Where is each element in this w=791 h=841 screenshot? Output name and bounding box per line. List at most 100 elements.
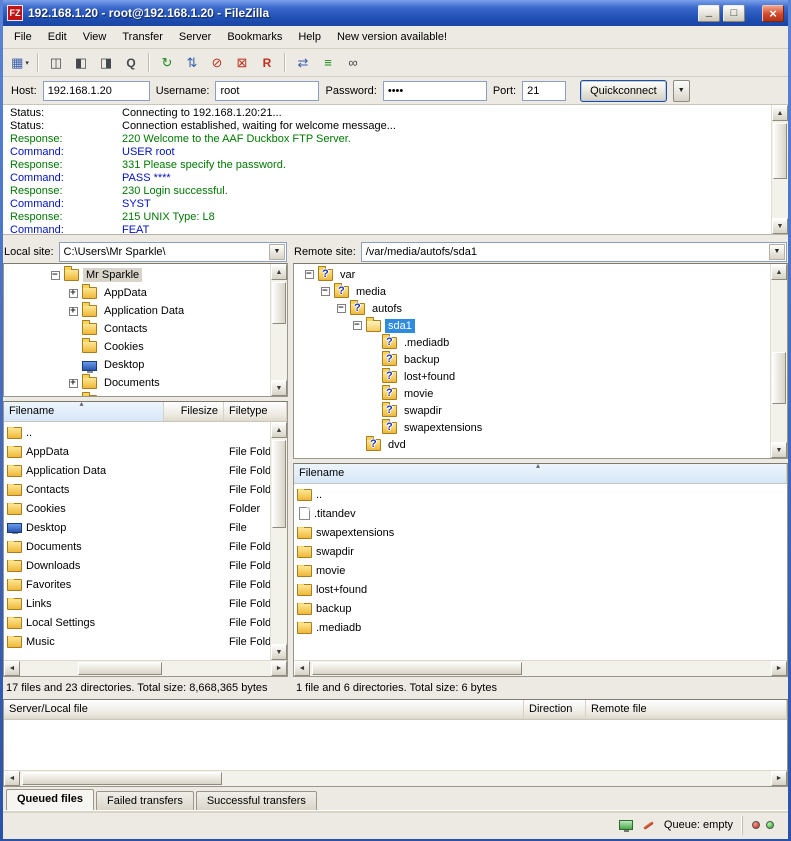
scroll-left-icon[interactable] <box>294 661 310 676</box>
scroll-track[interactable] <box>20 661 271 676</box>
chevron-down-icon[interactable] <box>769 244 785 260</box>
collapse-icon[interactable] <box>337 304 346 313</box>
tree-item-swapextensions[interactable]: swapextensions <box>297 419 769 436</box>
file-row[interactable]: backup <box>294 599 787 618</box>
tree-item-sda1[interactable]: sda1 <box>297 317 769 334</box>
tree-item-var[interactable]: var <box>297 266 769 283</box>
scroll-right-icon[interactable] <box>771 661 787 676</box>
tree-item-dvd[interactable]: dvd <box>297 436 769 453</box>
scroll-right-icon[interactable] <box>771 771 787 786</box>
tree-item-lost-found[interactable]: lost+found <box>297 368 769 385</box>
tree-item-backup[interactable]: backup <box>297 351 769 368</box>
collapse-icon[interactable] <box>353 321 362 330</box>
collapse-icon[interactable] <box>321 287 330 296</box>
local-list-hscrollbar[interactable] <box>4 660 287 676</box>
close-button[interactable] <box>762 5 784 22</box>
column-remote-file[interactable]: Remote file <box>586 700 787 719</box>
scroll-thumb[interactable] <box>312 662 522 675</box>
chevron-down-icon[interactable]: ▾ <box>25 59 29 67</box>
log-scrollbar[interactable] <box>771 105 788 234</box>
scroll-thumb[interactable] <box>22 772 222 785</box>
filter-button[interactable]: Q <box>119 52 143 74</box>
port-input[interactable] <box>522 81 566 101</box>
scroll-up-icon[interactable] <box>772 105 788 121</box>
scroll-thumb[interactable] <box>78 662 162 675</box>
scroll-track[interactable] <box>271 280 287 380</box>
password-input[interactable] <box>383 81 487 101</box>
expand-icon[interactable] <box>69 307 78 316</box>
tab-queued-files[interactable]: Queued files <box>6 789 94 810</box>
remote-list-hscrollbar[interactable] <box>294 660 787 676</box>
scroll-track[interactable] <box>772 121 788 218</box>
toggle-remote-tree-button[interactable]: ◨ <box>94 52 118 74</box>
column-filesize[interactable]: Filesize <box>164 402 224 421</box>
scroll-thumb[interactable] <box>272 282 286 324</box>
file-row[interactable]: .. <box>294 485 787 504</box>
queue-hscrollbar[interactable] <box>4 770 787 786</box>
file-row[interactable]: lost+found <box>294 580 787 599</box>
scroll-track[interactable] <box>771 280 787 442</box>
file-row[interactable]: AppData File Folder <box>4 442 287 461</box>
username-input[interactable] <box>215 81 319 101</box>
scroll-up-icon[interactable] <box>771 264 787 280</box>
column-filename[interactable]: Filename <box>4 402 164 421</box>
collapse-icon[interactable] <box>305 270 314 279</box>
remote-path-combobox[interactable]: /var/media/autofs/sda1 <box>361 242 787 262</box>
file-row[interactable]: Application Data File Folder <box>4 461 287 480</box>
file-row[interactable]: Music File Folder <box>4 632 287 651</box>
tab-successful-transfers[interactable]: Successful transfers <box>196 791 317 810</box>
local-list-scrollbar[interactable] <box>270 422 287 660</box>
file-row[interactable]: Desktop File <box>4 518 287 537</box>
file-row[interactable]: .. <box>4 423 287 442</box>
quickconnect-button[interactable]: Quickconnect <box>580 80 667 102</box>
tab-failed-transfers[interactable]: Failed transfers <box>96 791 194 810</box>
cancel-button[interactable]: ⊘ <box>205 52 229 74</box>
tree-item-cookies[interactable]: Cookies <box>7 338 269 356</box>
menu-server[interactable]: Server <box>171 27 219 47</box>
toggle-local-tree-button[interactable]: ◧ <box>69 52 93 74</box>
menu-new-version[interactable]: New version available! <box>329 27 455 47</box>
file-row[interactable]: Downloads File Folder <box>4 556 287 575</box>
find-button[interactable]: ∞ <box>341 52 365 74</box>
file-row[interactable]: Cookies Folder <box>4 499 287 518</box>
site-manager-button[interactable]: ▦▾ <box>8 52 32 74</box>
file-row[interactable]: Documents File Folder <box>4 537 287 556</box>
tree-item-documents[interactable]: Documents <box>7 374 269 392</box>
file-row[interactable]: swapextensions <box>294 523 787 542</box>
file-row[interactable]: Favorites File Folder <box>4 575 287 594</box>
local-path-combobox[interactable]: C:\Users\Mr Sparkle\ <box>59 242 287 262</box>
chevron-down-icon[interactable] <box>269 244 285 260</box>
scroll-right-icon[interactable] <box>271 661 287 676</box>
scroll-down-icon[interactable] <box>772 218 788 234</box>
column-filename[interactable]: Filename <box>294 464 787 483</box>
tree-item-movie[interactable]: movie <box>297 385 769 402</box>
process-queue-button[interactable]: ⇅ <box>180 52 204 74</box>
expand-icon[interactable] <box>69 379 78 388</box>
tree-item-mr-sparkle[interactable]: Mr Sparkle <box>7 266 269 284</box>
menu-edit[interactable]: Edit <box>40 27 75 47</box>
tree-item-appdata[interactable]: AppData <box>7 284 269 302</box>
expand-icon[interactable] <box>69 289 78 298</box>
expand-icon[interactable] <box>69 397 78 398</box>
scroll-track[interactable] <box>20 771 771 786</box>
reconnect-button[interactable]: R <box>255 52 279 74</box>
scroll-up-icon[interactable] <box>271 264 287 280</box>
tree-item-downloads[interactable]: Downloads <box>7 392 269 397</box>
column-direction[interactable]: Direction <box>524 700 586 719</box>
file-row[interactable]: .mediadb <box>294 618 787 637</box>
menu-help[interactable]: Help <box>290 27 329 47</box>
scroll-down-icon[interactable] <box>771 442 787 458</box>
sync-browsing-button[interactable]: ≡ <box>316 52 340 74</box>
scroll-left-icon[interactable] <box>4 771 20 786</box>
scroll-down-icon[interactable] <box>271 644 287 660</box>
tree-item-autofs[interactable]: autofs <box>297 300 769 317</box>
tree-item-media[interactable]: media <box>297 283 769 300</box>
local-tree-scrollbar[interactable] <box>270 264 287 396</box>
quickconnect-dropdown-button[interactable] <box>673 80 690 102</box>
minimize-button[interactable] <box>698 5 720 22</box>
file-row[interactable]: Contacts File Folder <box>4 480 287 499</box>
host-input[interactable] <box>43 81 150 101</box>
file-row[interactable]: .titandev <box>294 504 787 523</box>
tree-item-swapdir[interactable]: swapdir <box>297 402 769 419</box>
file-row[interactable]: movie <box>294 561 787 580</box>
